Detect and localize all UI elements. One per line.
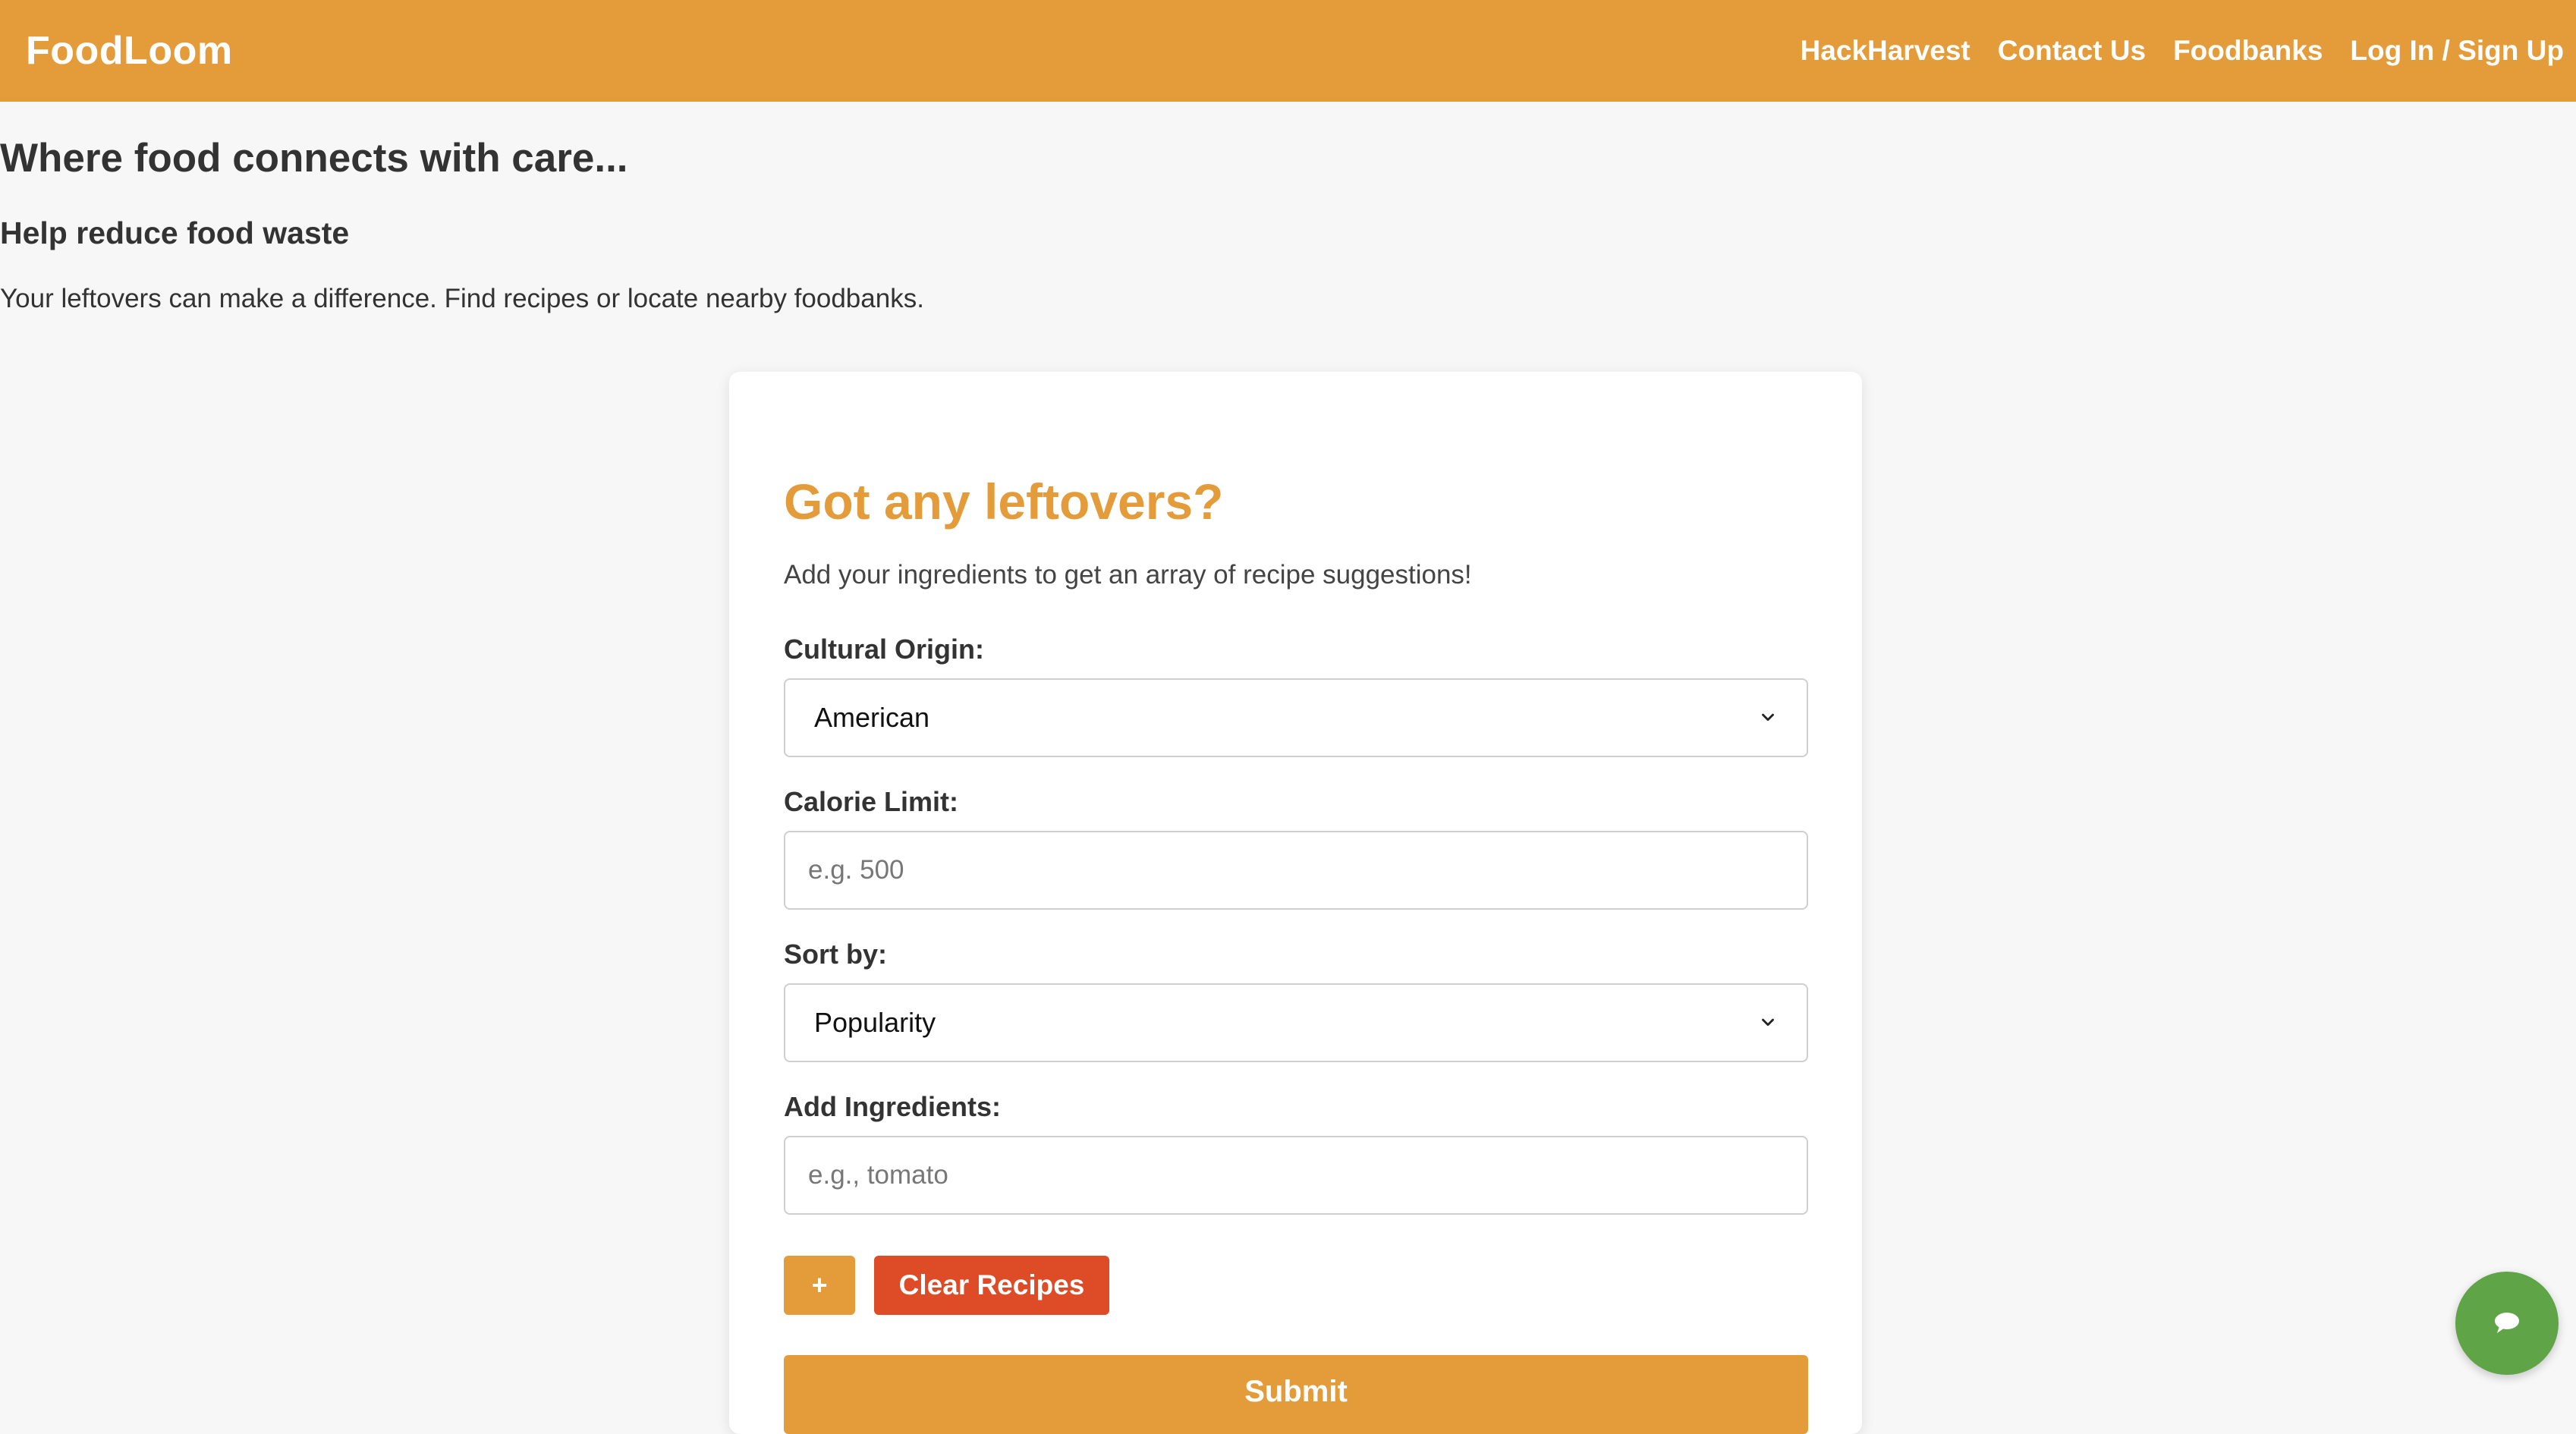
calorie-limit-label: Calorie Limit: [784,786,959,817]
sort-by-select[interactable]: Popularity [784,983,1808,1062]
brand-logo[interactable]: FoodLoom [26,28,233,74]
nav-link-foodbanks[interactable]: Foodbanks [2173,35,2323,67]
clear-recipes-button[interactable]: Clear Recipes [874,1256,1109,1315]
nav-link-hackharvest[interactable]: HackHarvest [1801,35,1971,67]
hero-title: Where food connects with care... [0,136,628,181]
nav-link-login-signup[interactable]: Log In / Sign Up [2350,35,2564,67]
chevron-down-icon [1762,1018,1774,1027]
form-subtitle: Add your ingredients to get an array of … [784,560,1472,590]
chevron-down-icon [1762,713,1774,722]
recipe-form-card: Got any leftovers? Add your ingredients … [729,372,1862,1434]
nav-link-contact-us[interactable]: Contact Us [1998,35,2146,67]
sort-by-value: Popularity [814,1007,936,1038]
cultural-origin-value: American [814,702,930,733]
calorie-limit-input[interactable] [784,831,1808,910]
sort-by-label: Sort by: [784,939,888,970]
add-ingredient-button[interactable]: + [784,1256,855,1315]
main-nav: HackHarvest Contact Us Foodbanks Log In … [1773,35,2564,67]
hero-description: Your leftovers can make a difference. Fi… [0,284,924,313]
chat-button[interactable] [2455,1272,2559,1375]
form-title: Got any leftovers? [784,473,1224,530]
cultural-origin-label: Cultural Origin: [784,634,984,665]
cultural-origin-select[interactable]: American [784,678,1808,757]
top-navbar: FoodLoom HackHarvest Contact Us Foodbank… [0,0,2576,102]
submit-button[interactable]: Submit [784,1355,1808,1434]
ingredient-input[interactable] [784,1136,1808,1215]
hero-subtitle: Help reduce food waste [0,215,350,250]
add-ingredients-label: Add Ingredients: [784,1091,1001,1122]
chat-bubble-icon [2495,1313,2519,1333]
